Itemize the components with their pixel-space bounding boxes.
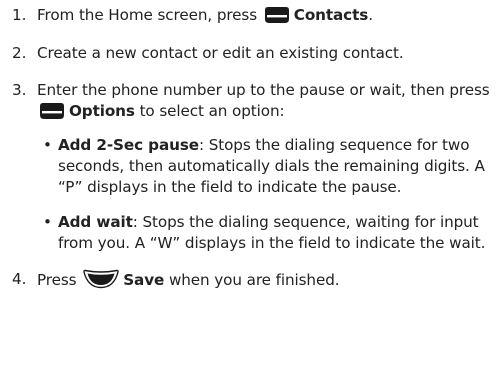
bullet-icon: • bbox=[43, 213, 52, 231]
key-label: Options bbox=[69, 102, 135, 120]
step-number: 3. bbox=[12, 81, 27, 99]
step-number: 1. bbox=[12, 6, 27, 24]
left-softkey-icon bbox=[264, 6, 290, 24]
step-text: From the Home screen, press bbox=[37, 6, 258, 24]
option-item: • Add 2-Sec pause: Stops the dialing seq… bbox=[37, 135, 502, 198]
key-label: Contacts bbox=[293, 6, 369, 24]
step-text: Create a new contact or edit an existing… bbox=[37, 44, 404, 62]
instruction-list: 1. From the Home screen, press Contacts.… bbox=[12, 0, 502, 291]
step-number: 2. bbox=[12, 44, 27, 62]
option-label: Add 2-Sec pause bbox=[58, 136, 199, 154]
option-item: • Add wait: Stops the dialing sequence, … bbox=[37, 212, 502, 254]
step-text-end: when you are finished. bbox=[164, 271, 340, 289]
bullet-icon: • bbox=[43, 136, 52, 154]
option-list: • Add 2-Sec pause: Stops the dialing seq… bbox=[37, 135, 502, 254]
step-1: 1. From the Home screen, press Contacts. bbox=[12, 5, 502, 26]
step-text: Press bbox=[37, 271, 77, 289]
step-text: Enter the phone number up to the pause o… bbox=[37, 81, 490, 99]
key-label: Save bbox=[123, 271, 165, 289]
center-select-key-icon bbox=[83, 269, 119, 289]
step-2: 2. Create a new contact or edit an exist… bbox=[12, 43, 502, 64]
step-text-end: . bbox=[368, 6, 373, 24]
step-number: 4. bbox=[12, 270, 27, 288]
option-label: Add wait bbox=[58, 213, 133, 231]
step-3: 3. Enter the phone number up to the paus… bbox=[12, 80, 502, 254]
left-softkey-icon bbox=[39, 102, 65, 120]
step-4: 4. Press Save when you are finished. bbox=[12, 269, 502, 291]
step-text-end: to select an option: bbox=[134, 102, 285, 120]
